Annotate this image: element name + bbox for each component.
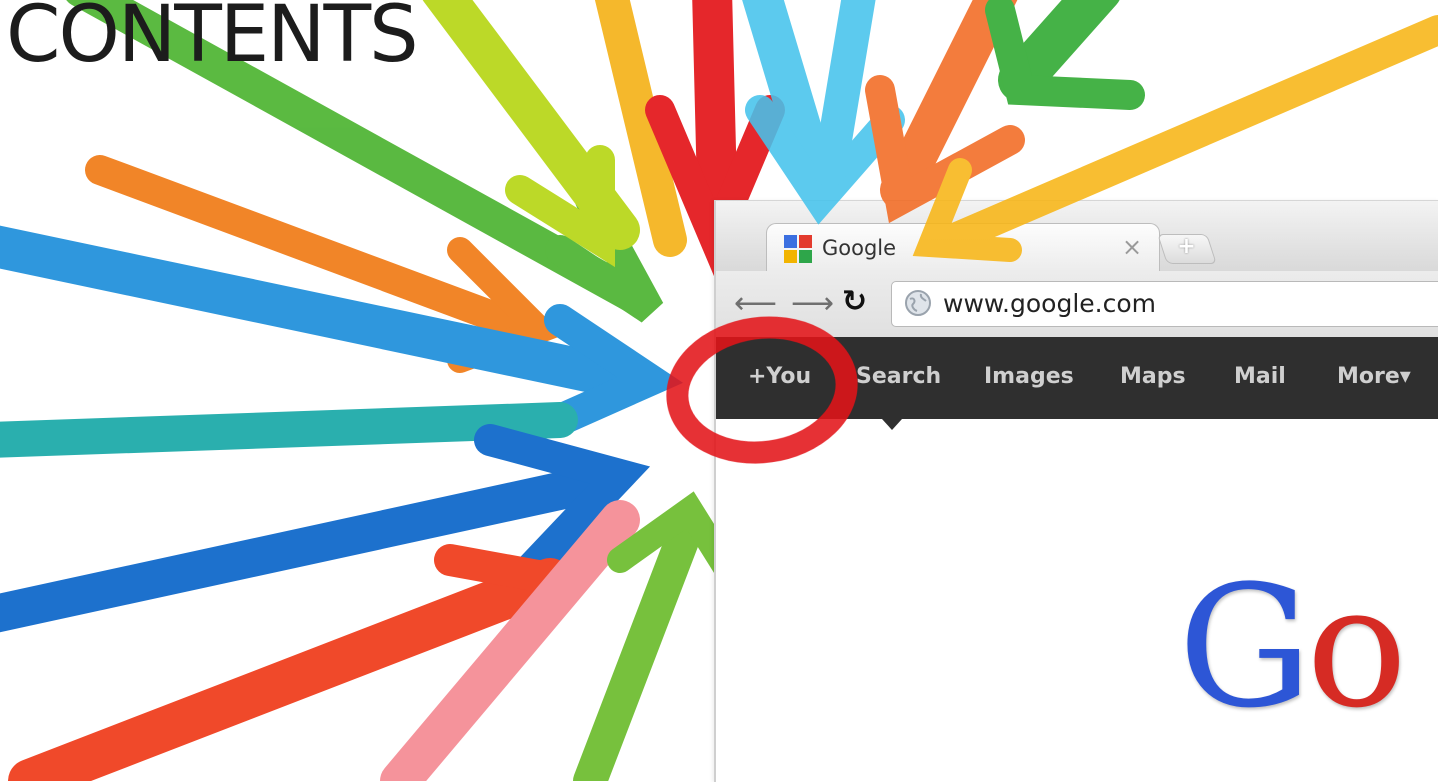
reload-icon[interactable]: ↻ [842, 284, 867, 319]
active-tab-pointer [882, 419, 902, 430]
google-plus-icon [784, 235, 812, 263]
nav-item-you[interactable]: +You [748, 364, 811, 389]
plus-icon: + [1177, 234, 1196, 259]
google-navigation-bar: +You Search Images Maps Mail More▾ [716, 337, 1438, 419]
back-arrow-icon[interactable]: ⟵ [734, 286, 777, 321]
tab-title: Google [822, 236, 897, 260]
nav-item-images[interactable]: Images [984, 364, 1074, 389]
nav-item-more[interactable]: More▾ [1337, 364, 1411, 389]
nav-item-search[interactable]: Search [856, 364, 941, 389]
globe-icon [905, 290, 931, 316]
logo-letter-g: G [1178, 549, 1312, 745]
close-icon[interactable]: × [1122, 233, 1142, 261]
forward-arrow-icon[interactable]: ⟶ [791, 286, 834, 321]
nav-item-mail[interactable]: Mail [1234, 364, 1286, 389]
tab-strip: Google × + [716, 201, 1438, 272]
slide-title: CONTENTS [6, 0, 419, 80]
address-bar[interactable]: www.google.com [891, 281, 1438, 327]
browser-toolbar: ⟵ ⟶ ↻ www.google.com [716, 271, 1438, 337]
new-tab-button[interactable]: + [1157, 234, 1217, 264]
tab-google[interactable]: Google × [766, 223, 1160, 272]
google-logo: Go [1178, 563, 1407, 731]
browser-window: Google × + ⟵ ⟶ ↻ www.google.com +You Sea… [714, 200, 1438, 782]
nav-item-maps[interactable]: Maps [1120, 364, 1186, 389]
url-text: www.google.com [943, 289, 1156, 318]
logo-letter-o: o [1306, 549, 1407, 745]
